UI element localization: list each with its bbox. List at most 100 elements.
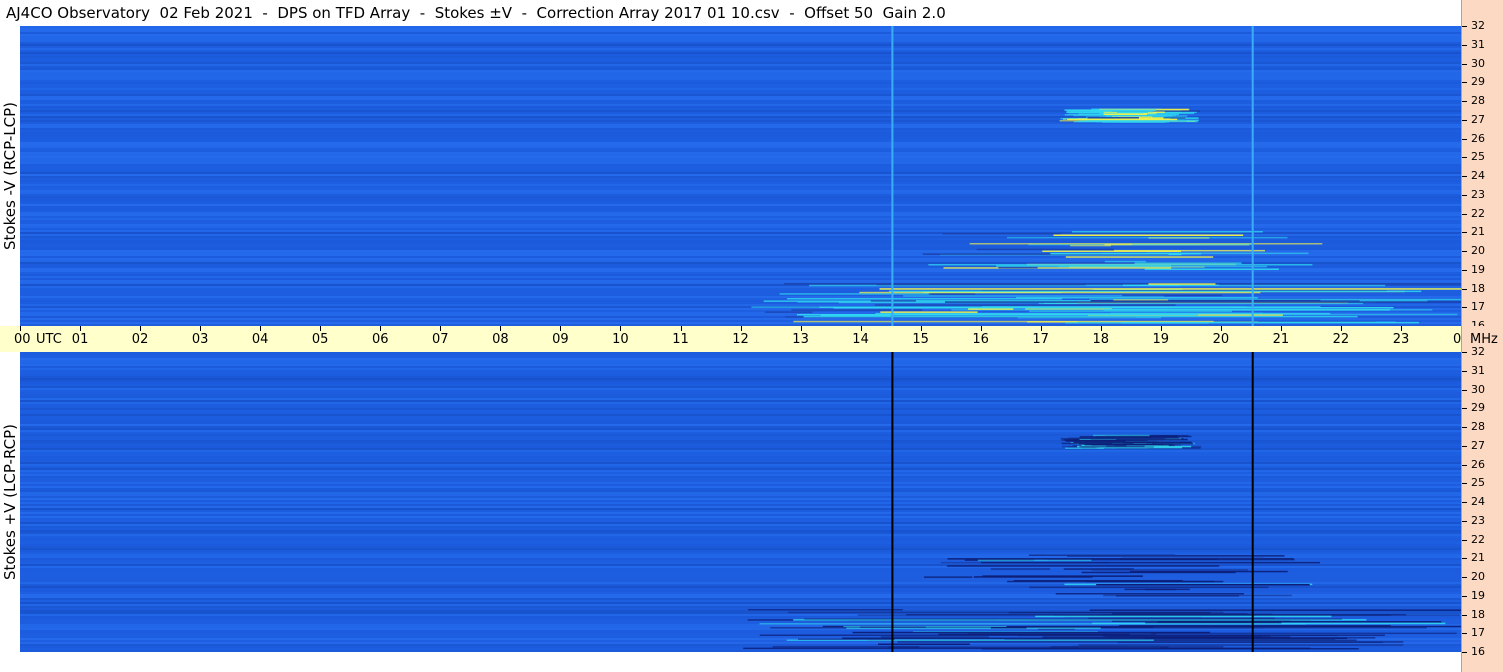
frequency-band (20, 466, 1461, 468)
frequency-band (20, 502, 1461, 504)
frequency-band (20, 40, 1461, 42)
frequency-band (20, 592, 1461, 594)
frequency-band (20, 528, 1461, 530)
burst-streak (928, 293, 976, 295)
frequency-band (20, 202, 1461, 204)
frequency-label: 32 (1471, 19, 1485, 32)
frequency-band (20, 600, 1461, 602)
frequency-band (20, 414, 1461, 416)
utc-hour-label: 08 (492, 332, 509, 347)
frequency-band (20, 410, 1461, 412)
frequency-band (20, 406, 1461, 408)
frequency-band (20, 216, 1461, 218)
burst-streak (1035, 615, 1332, 618)
frequency-band (20, 522, 1461, 524)
frequency-band (20, 448, 1461, 450)
frequency-band (20, 182, 1461, 184)
frequency-band (20, 86, 1461, 88)
frequency-label: 27 (1471, 438, 1485, 452)
frequency-band (20, 164, 1461, 166)
frequency-band (20, 186, 1461, 188)
utc-hour-label: 11 (672, 332, 689, 347)
frequency-band (20, 162, 1461, 164)
burst-streak (1086, 580, 1215, 583)
frequency-band (20, 110, 1461, 112)
frequency-band (20, 32, 1461, 34)
title-bar: AJ4CO Observatory 02 Feb 2021 - DPS on T… (0, 0, 1461, 26)
frequency-band (20, 442, 1461, 444)
burst-streak (880, 311, 978, 313)
frequency-band (20, 378, 1461, 380)
frequency-band (20, 430, 1461, 432)
frequency-band (20, 248, 1461, 250)
utc-tick (800, 326, 802, 331)
frequency-band (20, 246, 1461, 248)
frequency-band (20, 418, 1461, 420)
frequency-band (20, 52, 1461, 54)
frequency-band (20, 514, 1461, 516)
utc-tick (1160, 326, 1162, 331)
utc-tick (200, 326, 202, 331)
utc-hour-label: 03 (191, 332, 209, 347)
frequency-band (20, 456, 1461, 458)
frequency-band (20, 496, 1461, 498)
frequency-band (20, 602, 1461, 604)
frequency-tick (1462, 502, 1467, 503)
burst-streak (1096, 584, 1310, 586)
frequency-label: 19 (1471, 262, 1485, 276)
top-frequency-axis: 3231302928272625242322212019181716 (1461, 0, 1503, 332)
burst-streak (1150, 632, 1457, 635)
mhz-unit-label: MHz (1470, 332, 1498, 347)
frequency-band (20, 462, 1461, 464)
frequency-tick (1462, 389, 1467, 391)
frequency-band (20, 130, 1461, 132)
bottom-frequency-axis: 32 31 30 29 28 27 26 25 24 23 22 21 20 19 18 17 16 (1461, 346, 1503, 672)
frequency-band (20, 386, 1461, 388)
frequency-band (20, 68, 1461, 70)
frequency-tick (1462, 633, 1467, 635)
frequency-label: 26 (1471, 457, 1485, 471)
utc-hour-label: 18 (1092, 332, 1110, 347)
utc-tick (140, 326, 142, 331)
frequency-band (20, 450, 1461, 452)
frequency-band (20, 542, 1461, 544)
frequency-band (20, 604, 1461, 606)
frequency-label: 24 (1471, 169, 1485, 182)
frequency-band (20, 100, 1461, 102)
burst-streak (1077, 109, 1157, 111)
frequency-tick (1462, 595, 1467, 597)
frequency-band (20, 66, 1461, 68)
frequency-band (20, 438, 1461, 440)
frequency-band (20, 512, 1461, 514)
frequency-band (20, 42, 1461, 44)
frequency-band (20, 166, 1461, 168)
burst-streak (1081, 571, 1236, 574)
frequency-band (20, 548, 1461, 550)
frequency-band (20, 60, 1461, 62)
frequency-band (20, 208, 1461, 210)
burst-streak (1102, 252, 1187, 255)
bottom-spectrogram (20, 352, 1461, 652)
frequency-band (20, 176, 1461, 178)
frequency-band (20, 398, 1461, 400)
frequency-band (20, 534, 1461, 536)
burst-streak (998, 266, 1038, 269)
frequency-band (20, 234, 1461, 236)
frequency-band (20, 118, 1461, 120)
frequency-tick (1462, 445, 1467, 447)
burst-streak (1065, 447, 1104, 449)
frequency-band (20, 484, 1461, 486)
frequency-band (20, 474, 1461, 476)
frequency-band (20, 506, 1461, 508)
utc-tick (920, 326, 922, 331)
utc-unit-label: UTC (36, 332, 62, 347)
frequency-band (20, 158, 1461, 160)
burst-streak (945, 301, 1461, 303)
frequency-band (20, 374, 1461, 376)
frequency-tick (1462, 232, 1467, 234)
utc-hour-label: 02 (131, 332, 149, 347)
frequency-band (20, 446, 1461, 448)
frequency-label: 30 (1471, 56, 1485, 70)
frequency-band (20, 120, 1461, 122)
calibration-line (1251, 26, 1254, 326)
